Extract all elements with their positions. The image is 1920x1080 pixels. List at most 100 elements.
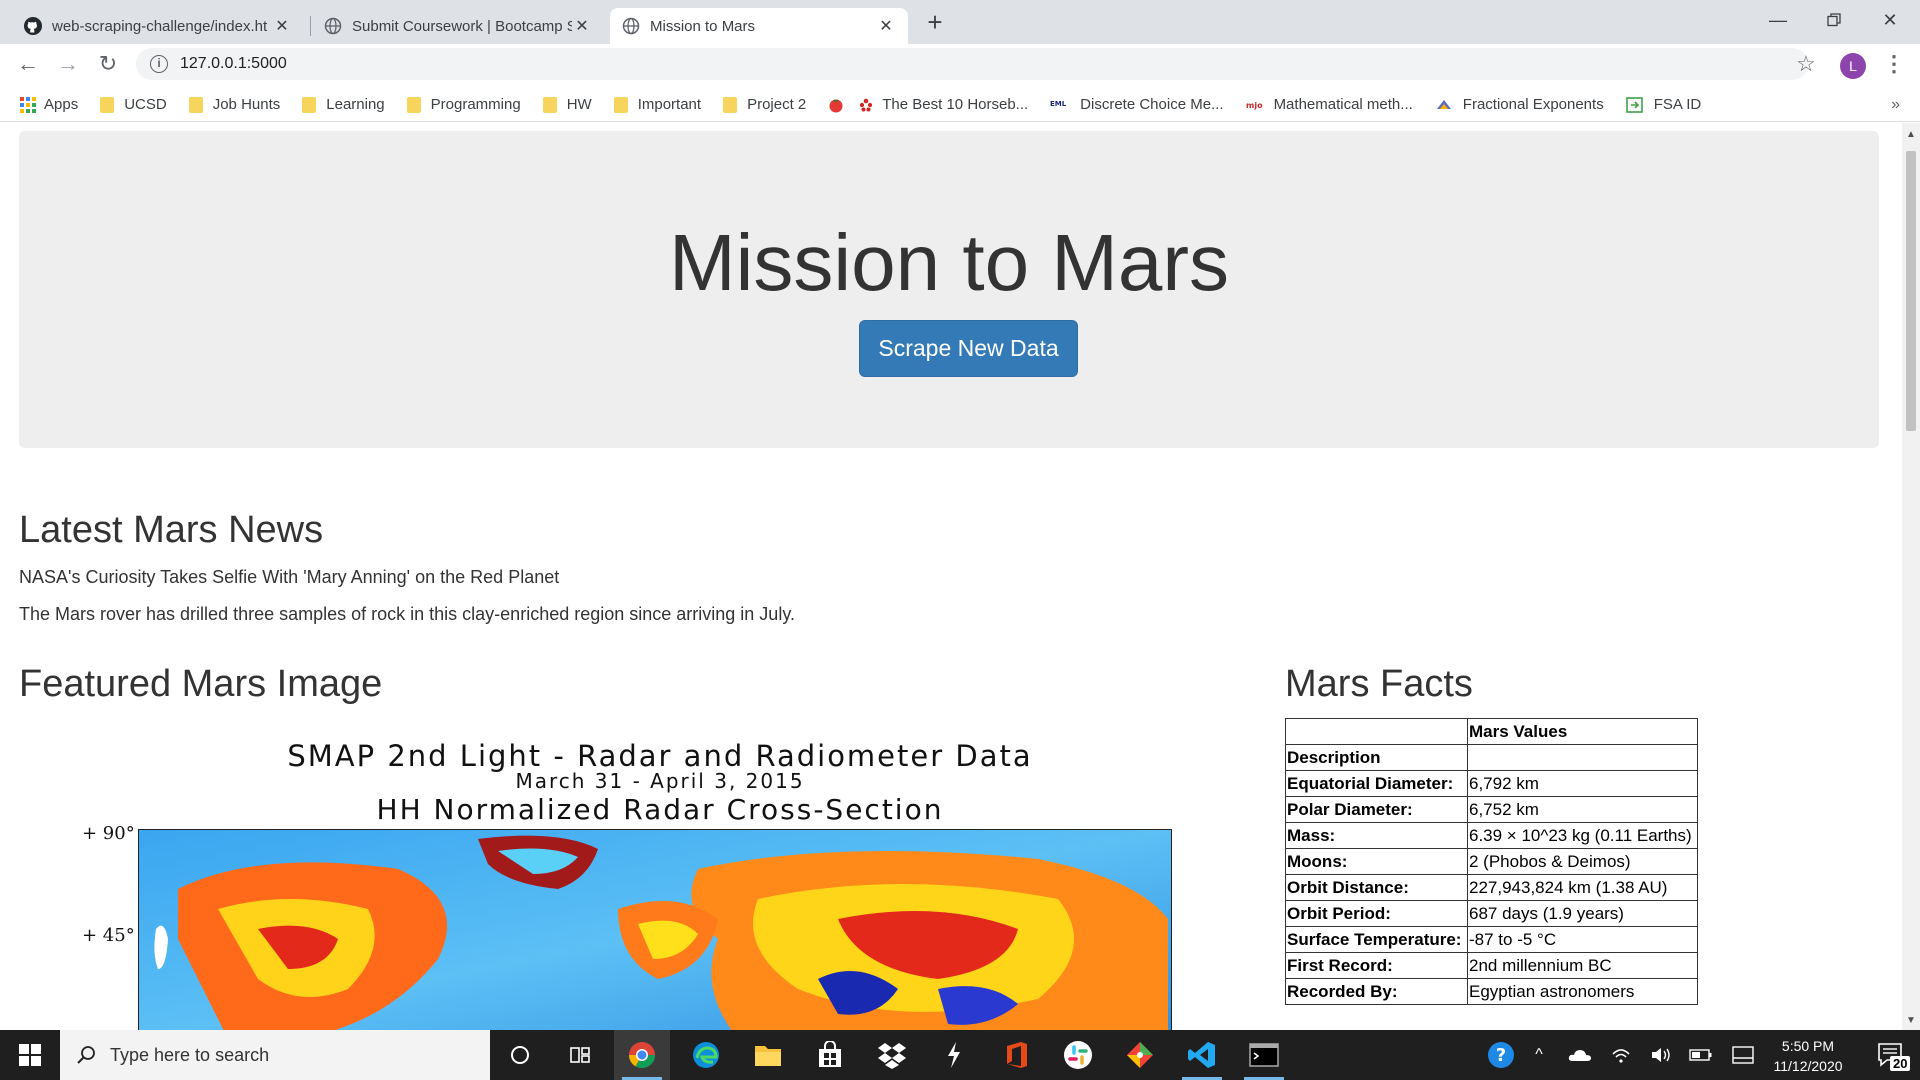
table-row: Equatorial Diameter: 6,792 km [1285,770,1698,797]
help-icon[interactable]: ? [1484,1030,1518,1080]
minimize-button[interactable]: — [1750,0,1806,40]
bookmark-yelp[interactable]: The Best 10 Horseb... [858,96,1028,113]
notifications-button[interactable]: 20 [1866,1030,1916,1080]
address-bar[interactable]: i 127.0.0.1:5000 [136,48,1808,80]
bookmark-star-icon[interactable]: ☆ [1790,48,1822,80]
slack-icon[interactable] [1050,1030,1106,1080]
office-icon[interactable] [988,1030,1044,1080]
scroll-up-icon[interactable]: ▲ [1906,129,1916,140]
tab-mission-to-mars[interactable]: Mission to Mars ✕ [610,8,908,44]
folder-icon [100,96,115,113]
bookmark-apps[interactable]: Apps [20,96,78,113]
table-header-empty [1467,744,1698,771]
fact-label: Recorded By: [1285,978,1468,1005]
table-row: First Record: 2nd millennium BC [1285,952,1698,979]
table-row: Orbit Distance: 227,943,824 km (1.38 AU) [1285,874,1698,901]
bookmark-label: The Best 10 Horseb... [882,96,1029,113]
show-hidden-icons-icon[interactable]: ^ [1524,1030,1554,1080]
tab-title: Submit Coursework | Bootcamp S [352,17,572,35]
microsoft-store-icon[interactable] [802,1030,858,1080]
vscode-icon[interactable] [1174,1030,1230,1080]
svg-text:EML: EML [1050,100,1067,108]
chrome-taskbar-icon[interactable] [614,1030,670,1080]
wifi-icon[interactable] [1604,1030,1638,1080]
bookmark-fsa-id[interactable]: FSA ID [1625,96,1701,113]
close-window-button[interactable]: ✕ [1862,0,1918,40]
mjo-icon: mjo [1246,97,1264,113]
restore-button[interactable] [1806,0,1862,40]
bookmark-learning[interactable]: Learning [302,96,385,113]
site-info-icon[interactable]: i [150,55,168,73]
reload-button[interactable]: ↻ [92,48,124,80]
close-tab-icon[interactable]: ✕ [876,16,896,36]
news-paragraph: The Mars rover has drilled three samples… [19,604,795,624]
bookmark-label: HW [566,96,592,113]
bookmark-discrete-choice[interactable]: EML Discrete Choice Me... [1050,96,1223,113]
bookmark-mathematical[interactable]: mjo Mathematical meth... [1246,96,1413,113]
windows-logo-icon [19,1044,41,1066]
terminal-icon[interactable] [1236,1030,1292,1080]
page-scrollbar[interactable]: ▲ ▼ [1902,123,1920,1030]
bookmark-project-2[interactable]: Project 2 [723,96,806,113]
svg-text:?: ? [1496,1045,1506,1066]
table-row: Polar Diameter: 6,752 km [1285,796,1698,823]
bookmark-programming[interactable]: Programming [406,96,521,113]
page-title: Mission to Mars [668,218,1230,307]
task-view-icon[interactable] [552,1030,608,1080]
fact-value: -87 to -5 °C [1467,926,1698,953]
tab-strip: web-scraping-challenge/index.ht ✕ Submit… [0,0,1920,44]
scrape-new-data-button[interactable]: Scrape New Data [859,320,1078,377]
url-text: 127.0.0.1:5000 [180,55,287,72]
scroll-down-icon[interactable]: ▼ [1906,1015,1916,1026]
scrollbar-thumb[interactable] [1906,151,1916,431]
volume-icon[interactable] [1644,1030,1678,1080]
new-tab-button[interactable]: + [920,8,950,36]
bookmark-job-hunts[interactable]: Job Hunts [188,96,281,113]
fact-label: Moons: [1285,848,1468,875]
start-button[interactable] [0,1030,60,1080]
input-keyboard-icon[interactable] [1726,1030,1760,1080]
app-lightning-icon[interactable] [926,1030,982,1080]
news-title: NASA's Curiosity Takes Selfie With 'Mary… [19,567,560,587]
system-clock[interactable]: 5:50 PM 11/12/2020 [1760,1036,1856,1076]
fact-value: 227,943,824 km (1.38 AU) [1467,874,1698,901]
edge-icon[interactable] [678,1030,734,1080]
gitkraken-icon[interactable] [1112,1030,1168,1080]
onedrive-icon[interactable] [1562,1030,1598,1080]
fact-label: Polar Diameter: [1285,796,1468,823]
tab-github[interactable]: web-scraping-challenge/index.ht ✕ [12,8,304,44]
github-icon [24,17,42,35]
site-icon: EML [1050,97,1070,113]
bookmark-important[interactable]: Important [613,96,701,113]
profile-avatar[interactable]: L [1840,53,1866,79]
bookmark-label: Fractional Exponents [1462,96,1604,113]
fact-value: 6.39 × 10^23 kg (0.11 Earths) [1467,822,1698,849]
fsa-icon [1625,96,1644,113]
fact-label: Surface Temperature: [1285,926,1468,953]
windows-taskbar: Type here to search ? ^ 5:50 PM 11/12/20… [0,1030,1920,1080]
taskbar-search-box[interactable]: Type here to search [60,1030,490,1080]
cortana-icon[interactable] [492,1030,548,1080]
bookmark-label: Job Hunts [212,96,281,113]
bookmark-label: Apps [44,96,79,113]
tab-bootcamp[interactable]: Submit Coursework | Bootcamp S ✕ [312,8,604,44]
forward-button[interactable]: → [52,48,84,80]
bookmark-label: Discrete Choice Me... [1080,96,1224,113]
file-explorer-icon[interactable] [740,1030,796,1080]
bookmark-ucsd[interactable]: UCSD [100,96,167,113]
bookmark-tomato[interactable] [828,97,843,113]
tab-title: Mission to Mars [650,17,756,35]
back-button[interactable]: ← [12,48,44,80]
close-tab-icon[interactable]: ✕ [272,16,292,36]
search-icon [77,1046,95,1064]
menu-kebab-icon[interactable]: ⋮ [1882,48,1906,80]
table-row: Moons: 2 (Phobos & Deimos) [1285,848,1698,875]
fact-label: First Record: [1285,952,1468,979]
bookmark-hw[interactable]: HW [542,96,592,113]
table-header-values: Mars Values [1467,718,1698,745]
battery-icon[interactable] [1684,1030,1718,1080]
bookmarks-overflow-icon[interactable]: » [1891,96,1900,114]
close-tab-icon[interactable]: ✕ [572,16,592,36]
bookmark-fractional-exponents[interactable]: Fractional Exponents [1435,96,1604,113]
dropbox-icon[interactable] [864,1030,920,1080]
